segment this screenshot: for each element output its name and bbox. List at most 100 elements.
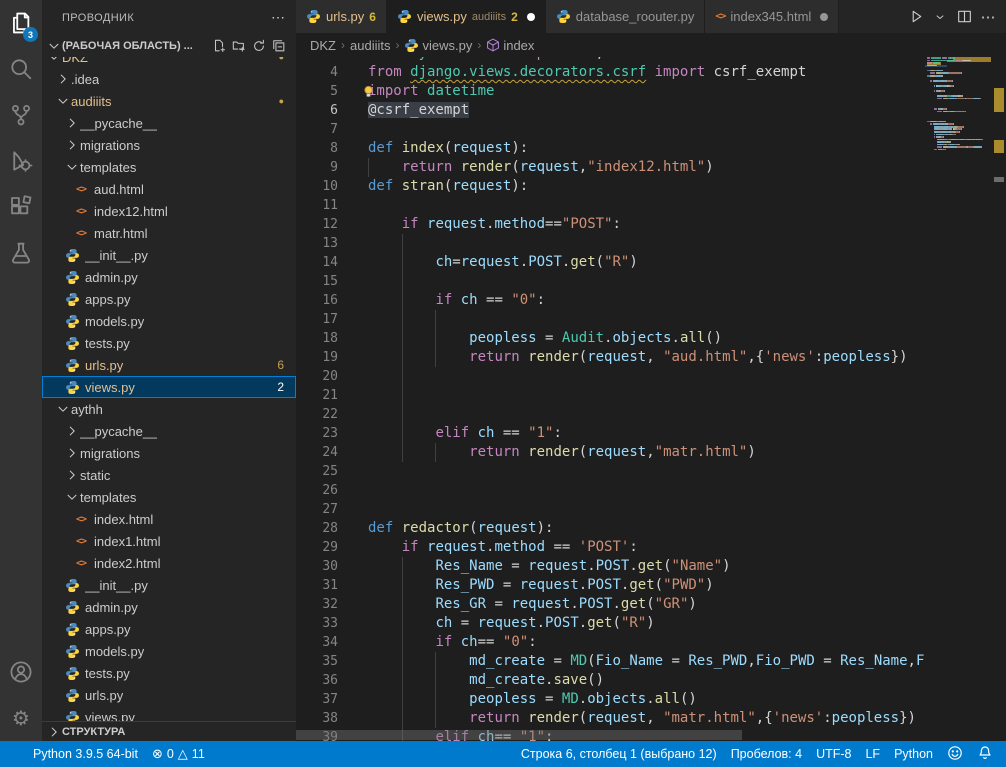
code-line-22[interactable]: 22 — [296, 405, 925, 424]
code-line-13[interactable]: 13 — [296, 234, 925, 253]
tree-item-admin.py[interactable]: admin.py — [42, 266, 296, 288]
encoding-item[interactable]: UTF-8 — [809, 747, 858, 761]
new-folder-icon[interactable] — [232, 39, 246, 53]
breadcrumb-item-index[interactable]: index — [486, 38, 534, 53]
views-more-actions-icon[interactable]: ⋯ — [271, 9, 286, 26]
breadcrumb-item-DKZ[interactable]: DKZ — [310, 38, 336, 53]
code-line-7[interactable]: 7 — [296, 120, 925, 139]
tree-item-tests.py[interactable]: tests.py — [42, 332, 296, 354]
tree-item-index.html[interactable]: <>index.html — [42, 508, 296, 530]
tree-item-aythh[interactable]: aythh — [42, 398, 296, 420]
cursor-position-item[interactable]: Строка 6, столбец 1 (выбрано 12) — [514, 747, 724, 761]
activity-extensions[interactable] — [0, 184, 42, 230]
code-line-24[interactable]: 24 return render(request,"matr.html") — [296, 443, 925, 462]
tree-item-static[interactable]: static — [42, 464, 296, 486]
tree-item-urls.py[interactable]: urls.py — [42, 684, 296, 706]
tree-item-tests.py[interactable]: tests.py — [42, 662, 296, 684]
code-line-8[interactable]: 8def index(request): — [296, 139, 925, 158]
code-line-14[interactable]: 14 ch=request.POST.get("R") — [296, 253, 925, 272]
new-file-icon[interactable] — [212, 39, 226, 53]
code-line-33[interactable]: 33 ch = request.POST.get("R") — [296, 614, 925, 633]
code-line-34[interactable]: 34 if ch== "0": — [296, 633, 925, 652]
workspace-section-header[interactable]: (РАБОЧАЯ ОБЛАСТЬ) ... — [42, 35, 296, 57]
code-line-26[interactable]: 26 — [296, 481, 925, 500]
code-line-5[interactable]: 5import datetime — [296, 82, 925, 101]
tree-item-__pycache__[interactable]: __pycache__ — [42, 112, 296, 134]
language-mode-item[interactable]: Python — [887, 747, 940, 761]
run-dropdown-button[interactable] — [930, 6, 950, 28]
minimap[interactable] — [925, 57, 991, 741]
breadcrumb-item-views.py[interactable]: views.py — [404, 38, 472, 53]
tab-index345.html[interactable]: <>index345.html — [705, 0, 839, 33]
code-line-31[interactable]: 31 Res_PWD = request.POST.get("PWD") — [296, 576, 925, 595]
activity-testing[interactable] — [0, 230, 42, 276]
code-line-35[interactable]: 35 md_create = MD(Fio_Name = Res_PWD,Fio… — [296, 652, 925, 671]
horizontal-scrollbar[interactable] — [296, 730, 742, 740]
code-line-11[interactable]: 11 — [296, 196, 925, 215]
activity-explorer[interactable]: 3 — [0, 0, 42, 46]
tab-urls.py[interactable]: urls.py6 — [296, 0, 387, 33]
code-line-19[interactable]: 19 return render(request, "aud.html",{'n… — [296, 348, 925, 367]
breadcrumb-item-audiiits[interactable]: audiiits — [350, 38, 390, 53]
tree-item-views.py[interactable]: views.py2 — [42, 376, 296, 398]
code-line-25[interactable]: 25 — [296, 462, 925, 481]
code-line-32[interactable]: 32 Res_GR = request.POST.get("GR") — [296, 595, 925, 614]
feedback-item[interactable] — [940, 745, 970, 764]
collapse-all-icon[interactable] — [272, 39, 286, 53]
activity-run-debug[interactable] — [0, 138, 42, 184]
breadcrumb[interactable]: DKZ›audiiits›views.py›index — [296, 33, 1006, 57]
code-line-30[interactable]: 30 Res_Name = request.POST.get("Name") — [296, 557, 925, 576]
tree-item-audiiits[interactable]: audiiits● — [42, 90, 296, 112]
tree-item-__init__.py[interactable]: __init__.py — [42, 244, 296, 266]
code-line-12[interactable]: 12 if request.method=="POST": — [296, 215, 925, 234]
tree-item-__init__.py[interactable]: __init__.py — [42, 574, 296, 596]
tree-item-migrations[interactable]: migrations — [42, 134, 296, 156]
code-line-28[interactable]: 28def redactor(request): — [296, 519, 925, 538]
code-line-37[interactable]: 37 peopless = MD.objects.all() — [296, 690, 925, 709]
activity-account[interactable] — [0, 649, 42, 695]
code-line-18[interactable]: 18 peopless = Audit.objects.all() — [296, 329, 925, 348]
code-line-21[interactable]: 21 — [296, 386, 925, 405]
code-line-4[interactable]: 4from django.views.decorators.csrf impor… — [296, 63, 925, 82]
code-line-15[interactable]: 15 — [296, 272, 925, 291]
refresh-icon[interactable] — [252, 39, 266, 53]
activity-settings[interactable]: ⚙ — [0, 695, 42, 741]
tree-item-urls.py[interactable]: urls.py6 — [42, 354, 296, 376]
split-editor-button[interactable] — [954, 6, 974, 28]
activity-source-control[interactable] — [0, 92, 42, 138]
code-line-38[interactable]: 38 return render(request, "matr.html",{'… — [296, 709, 925, 728]
notifications-item[interactable] — [970, 745, 1000, 764]
tree-item-index12.html[interactable]: <>index12.html — [42, 200, 296, 222]
code-line-36[interactable]: 36 md_create.save() — [296, 671, 925, 690]
tree-item-apps.py[interactable]: apps.py — [42, 618, 296, 640]
tree-item-templates[interactable]: templates — [42, 486, 296, 508]
more-actions-button[interactable]: ⋯ — [978, 6, 998, 28]
indentation-item[interactable]: Пробелов: 4 — [724, 747, 809, 761]
tree-item-index2.html[interactable]: <>index2.html — [42, 552, 296, 574]
tree-item-.idea[interactable]: .idea — [42, 68, 296, 90]
code-line-23[interactable]: 23 elif ch == "1": — [296, 424, 925, 443]
code-line-16[interactable]: 16 if ch == "0": — [296, 291, 925, 310]
run-python-file-button[interactable] — [906, 6, 926, 28]
code-line-20[interactable]: 20 — [296, 367, 925, 386]
tree-item-matr.html[interactable]: <>matr.html — [42, 222, 296, 244]
tree-item-DKZ[interactable]: DKZ● — [42, 57, 296, 68]
tree-item-models.py[interactable]: models.py — [42, 310, 296, 332]
tree-item-migrations[interactable]: migrations — [42, 442, 296, 464]
code-line-27[interactable]: 27 — [296, 500, 925, 519]
tree-item-aud.html[interactable]: <>aud.html — [42, 178, 296, 200]
tree-item-index1.html[interactable]: <>index1.html — [42, 530, 296, 552]
tree-item-admin.py[interactable]: admin.py — [42, 596, 296, 618]
python-interpreter-item[interactable]: Python 3.9.5 64-bit — [26, 747, 145, 761]
tree-item-apps.py[interactable]: apps.py — [42, 288, 296, 310]
code-line-9[interactable]: 9 return render(request,"index12.html") — [296, 158, 925, 177]
tab-views.py[interactable]: views.pyaudiiits2 — [387, 0, 546, 33]
code-editor[interactable]: 3from aythh.models import MD,Audit4from … — [296, 57, 925, 741]
lightbulb-icon[interactable] — [362, 85, 375, 104]
problems-item[interactable]: ⊗ 0 △ 11 — [145, 747, 212, 762]
outline-section-header[interactable]: СТРУКТУРА — [42, 721, 296, 741]
tree-item-templates[interactable]: templates — [42, 156, 296, 178]
code-line-10[interactable]: 10def stran(request): — [296, 177, 925, 196]
activity-search[interactable] — [0, 46, 42, 92]
eol-item[interactable]: LF — [858, 747, 887, 761]
